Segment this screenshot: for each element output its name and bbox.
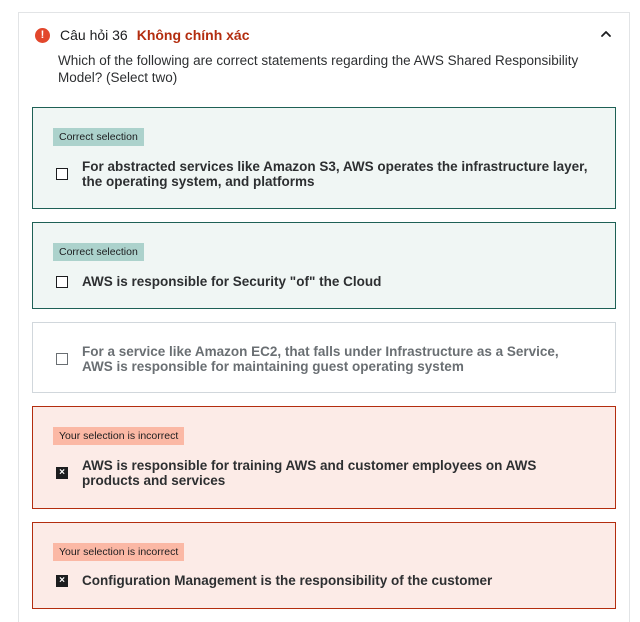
- checked-checkbox-icon[interactable]: ×: [56, 467, 68, 479]
- checked-checkbox-icon[interactable]: ×: [56, 575, 68, 587]
- answer-text: AWS is responsible for Security "of" the…: [82, 274, 382, 289]
- question-prompt: Which of the following are correct state…: [58, 53, 579, 85]
- answer-text: AWS is responsible for training AWS and …: [82, 458, 537, 488]
- incorrect-selection-tag: Your selection is incorrect: [53, 427, 185, 445]
- answer-text: For a service like Amazon EC2, that fall…: [82, 344, 559, 374]
- answer-option[interactable]: Your selection is incorrect × AWS is res…: [32, 406, 616, 509]
- answer-option[interactable]: For a service like Amazon EC2, that fall…: [32, 322, 616, 393]
- answer-option[interactable]: Correct selection For abstracted service…: [32, 107, 616, 209]
- error-circle-icon: !: [35, 27, 50, 43]
- incorrect-selection-tag: Your selection is incorrect: [53, 543, 185, 561]
- question-panel: ! Câu hỏi 36 Không chính xác Which of th…: [18, 12, 630, 622]
- answer-option[interactable]: Your selection is incorrect × Configurat…: [32, 522, 616, 609]
- question-number: Câu hỏi 36: [60, 27, 128, 43]
- question-header: ! Câu hỏi 36 Không chính xác: [35, 25, 613, 45]
- correct-selection-tag: Correct selection: [53, 243, 144, 261]
- question-status: Không chính xác: [136, 27, 250, 43]
- answer-checkbox[interactable]: [56, 353, 68, 365]
- answer-checkbox[interactable]: [56, 168, 68, 180]
- answer-text: Configuration Management is the responsi…: [82, 573, 493, 588]
- chevron-up-icon[interactable]: [599, 27, 613, 41]
- correct-selection-tag: Correct selection: [53, 128, 144, 146]
- answer-text: For abstracted services like Amazon S3, …: [82, 159, 588, 189]
- answer-option[interactable]: Correct selection AWS is responsible for…: [32, 222, 616, 309]
- answer-checkbox[interactable]: [56, 276, 68, 288]
